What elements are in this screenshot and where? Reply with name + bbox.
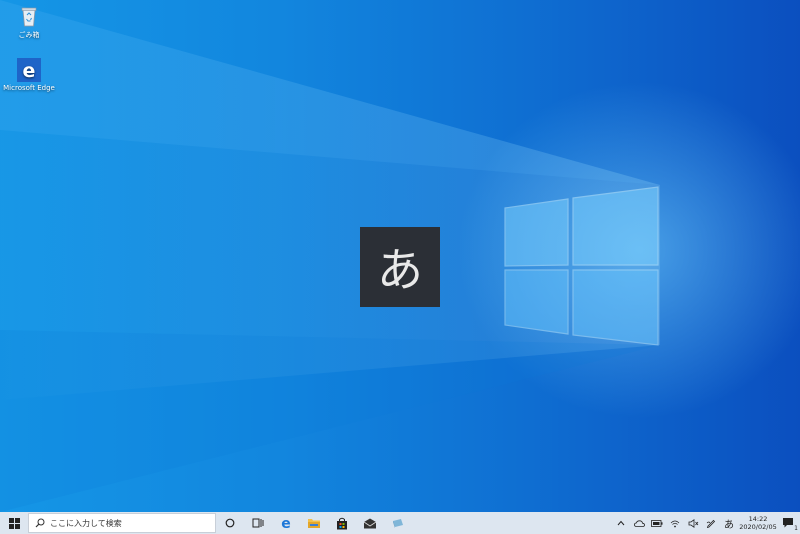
volume-button[interactable] — [684, 512, 702, 534]
taskbar: ここに入力して検索 e あ 14:22 2020/02/05 1 — [0, 512, 800, 534]
cortana-button[interactable] — [216, 512, 244, 534]
clock-time: 14:22 — [748, 515, 768, 523]
taskbar-mail-button[interactable] — [356, 512, 384, 534]
desktop: ごみ箱 e Microsoft Edge あ — [0, 0, 800, 512]
network-button[interactable] — [666, 512, 684, 534]
task-view-icon — [252, 518, 264, 528]
show-hidden-icons-button[interactable] — [612, 512, 630, 534]
ime-mode-indicator: あ — [360, 227, 440, 307]
action-center-button[interactable]: 1 — [778, 512, 800, 534]
mail-icon — [363, 518, 377, 528]
chevron-up-icon — [617, 520, 625, 526]
wifi-icon — [670, 520, 680, 527]
ime-mode-label: あ — [724, 519, 734, 531]
store-icon — [337, 517, 347, 529]
svg-text:e: e — [23, 60, 36, 82]
recycle-bin-icon — [17, 4, 41, 28]
edge-icon: e — [17, 58, 41, 82]
search-placeholder: ここに入力して検索 — [50, 518, 122, 528]
taskbar-edge-button[interactable]: e — [272, 512, 300, 534]
notification-count: 1 — [794, 525, 798, 532]
system-tray: あ 14:22 2020/02/05 1 — [612, 512, 800, 534]
search-icon — [35, 518, 45, 528]
start-button[interactable] — [0, 512, 28, 534]
cortana-icon — [225, 518, 235, 528]
clock-button[interactable]: 14:22 2020/02/05 — [738, 515, 778, 531]
desktop-icon-label: Microsoft Edge — [3, 84, 55, 92]
edge-icon: e — [281, 516, 291, 530]
ime-mode-button[interactable]: あ — [720, 512, 738, 534]
taskbar-file-explorer-button[interactable] — [300, 512, 328, 534]
app-icon — [393, 519, 403, 528]
clock-date: 2020/02/05 — [739, 523, 777, 531]
svg-text:e: e — [281, 516, 291, 530]
battery-icon — [651, 519, 663, 527]
taskbar-app-button[interactable] — [384, 512, 412, 534]
onedrive-button[interactable] — [630, 512, 648, 534]
pen-icon — [706, 519, 716, 528]
taskbar-store-button[interactable] — [328, 512, 356, 534]
desktop-icon-recycle-bin[interactable]: ごみ箱 — [2, 4, 56, 40]
cloud-icon — [633, 519, 645, 527]
task-view-button[interactable] — [244, 512, 272, 534]
speaker-muted-icon — [688, 518, 698, 528]
ime-mode-char: あ — [377, 243, 423, 297]
desktop-icon-edge[interactable]: e Microsoft Edge — [2, 58, 56, 92]
battery-button[interactable] — [648, 512, 666, 534]
file-explorer-icon — [308, 519, 320, 528]
search-input[interactable]: ここに入力して検索 — [28, 513, 216, 533]
windows-logo-icon — [8, 517, 20, 529]
pen-workspace-button[interactable] — [702, 512, 720, 534]
desktop-icon-label: ごみ箱 — [18, 31, 40, 39]
